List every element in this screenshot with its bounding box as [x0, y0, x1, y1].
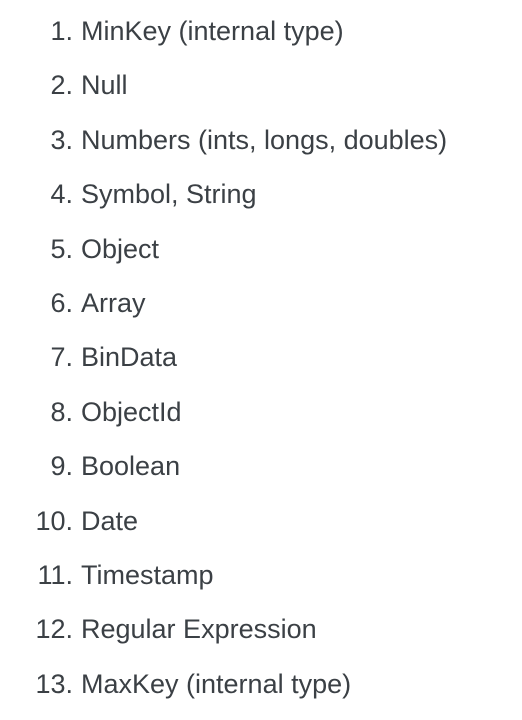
list-item-number: 2. — [50, 70, 73, 101]
list-item-label: BinData — [81, 342, 178, 373]
list-item-label: Timestamp — [81, 559, 214, 590]
list-item-number: 8. — [50, 396, 73, 427]
list-item: 12. Regular Expression — [0, 602, 522, 656]
list-item: 3. Numbers (ints, longs, doubles) — [0, 113, 522, 167]
list-item-number: 3. — [50, 124, 73, 155]
list-item: 4. Symbol, String — [0, 167, 522, 221]
list-item-number: 7. — [50, 342, 73, 373]
list-item-label: Boolean — [81, 451, 181, 482]
list-item-label: Symbol, String — [81, 179, 257, 210]
list-item-number: 10. — [35, 505, 73, 536]
list-item-label: Regular Expression — [81, 614, 317, 645]
list-item: 5. Object — [0, 222, 522, 276]
list-item-label: MinKey (internal type) — [81, 16, 344, 46]
list-item-number: 4. — [50, 179, 73, 210]
list-item: 11. Timestamp — [0, 548, 522, 602]
list-item-number: 9. — [50, 451, 73, 482]
list-item-number: 12. — [35, 614, 73, 645]
list-item: 7. BinData — [0, 330, 522, 384]
list-item: 9. Boolean — [0, 439, 522, 493]
list-item: 8. ObjectId — [0, 385, 522, 439]
list-item-label: Numbers (ints, longs, doubles) — [81, 124, 448, 155]
list-item-number: 6. — [50, 287, 73, 318]
list-item-number: 13. — [35, 668, 73, 699]
list-item-label: Array — [81, 287, 146, 318]
list-item: 1. MinKey (internal type) — [0, 4, 522, 58]
list-item: 6. Array — [0, 276, 522, 330]
list-item: 2. Null — [0, 58, 522, 112]
ordered-list: 1. MinKey (internal type) 2. Null 3. Num… — [0, 4, 522, 711]
list-item-label: Date — [81, 505, 139, 536]
list-item-number: 11. — [37, 559, 73, 590]
list-item-label: ObjectId — [81, 396, 182, 427]
list-item-label: Object — [81, 233, 160, 264]
list-item-number: 1. — [50, 16, 73, 46]
list-item-label: Null — [81, 70, 128, 101]
list-item-label: MaxKey (internal type) — [81, 668, 352, 699]
list-item-number: 5. — [50, 233, 73, 264]
list-item: 13. MaxKey (internal type) — [0, 657, 522, 711]
list-item: 10. Date — [0, 494, 522, 548]
